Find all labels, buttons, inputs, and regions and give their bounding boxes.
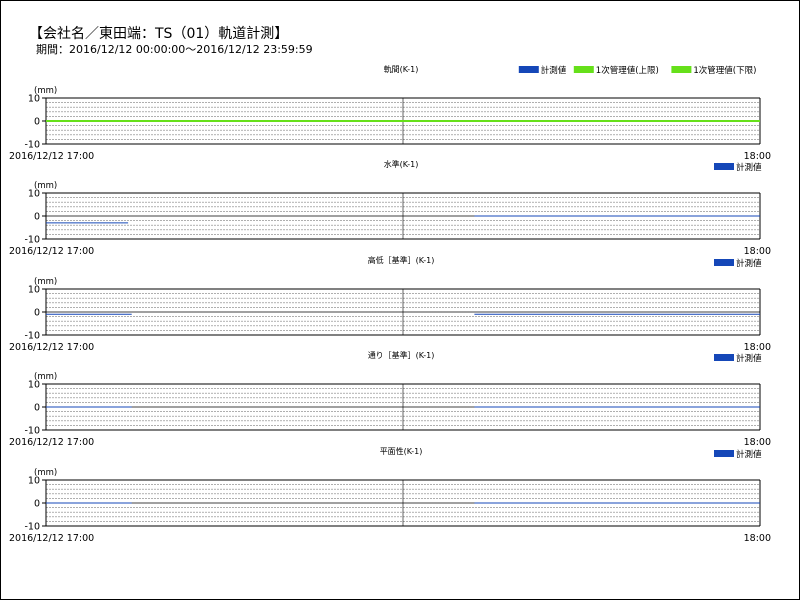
chart-5: 平面性(K-1) 計測値(mm)100-102016/12/12 17:00 18:… bbox=[9, 446, 771, 544]
legend-label: 計測値 bbox=[736, 449, 762, 460]
legend-label: 計測値 bbox=[736, 162, 762, 173]
y-tick-label: 10 bbox=[28, 285, 40, 296]
x-start-label: 2016/12/12 17:00 bbox=[9, 151, 94, 162]
legend-swatch bbox=[714, 354, 734, 361]
legend-swatch bbox=[714, 163, 734, 170]
x-end-label: 18:00 bbox=[744, 533, 771, 544]
y-tick-label: -10 bbox=[24, 331, 40, 342]
legend-swatch bbox=[671, 66, 692, 73]
x-start-label: 2016/12/12 17:00 bbox=[9, 533, 94, 544]
chart-title: 軌間(K-1) bbox=[384, 64, 419, 74]
y-tick-label: 0 bbox=[34, 403, 40, 414]
y-tick-label: 0 bbox=[34, 117, 40, 128]
chart-2: 水準(K-1) 計測値(mm)100-102016/12/12 17:00 18:0… bbox=[9, 159, 771, 257]
x-end-label: 18:00 bbox=[744, 437, 771, 448]
charts-area: 軌間(K-1) 1次管理値(下限)1次管理値(上限)計測値(mm)100-1020… bbox=[9, 64, 771, 544]
x-end-label: 18:00 bbox=[744, 151, 771, 162]
y-tick-label: -10 bbox=[24, 426, 40, 437]
chart-3: 高低［基準］(K-1) 計測値(mm)100-102016/12/12 17:00… bbox=[9, 255, 771, 353]
legend-swatch bbox=[714, 450, 734, 457]
legend-label: 計測値 bbox=[736, 353, 762, 364]
chart-title: 通り［基準］(K-1) bbox=[368, 350, 435, 360]
legend-swatch bbox=[518, 66, 539, 73]
y-tick-label: 10 bbox=[28, 476, 40, 487]
chart-title: 平面性(K-1) bbox=[380, 446, 423, 456]
report-frame: 【会社名／東田端：TS（01）軌道計測】 期間：2016/12/12 00:00… bbox=[0, 0, 800, 600]
legend-swatch bbox=[714, 259, 734, 266]
y-tick-label: -10 bbox=[24, 235, 40, 246]
x-start-label: 2016/12/12 17:00 bbox=[9, 246, 94, 257]
chart-title: 高低［基準］(K-1) bbox=[368, 255, 435, 265]
x-end-label: 18:00 bbox=[744, 246, 771, 257]
chart-1: 軌間(K-1) 1次管理値(下限)1次管理値(上限)計測値(mm)100-1020… bbox=[9, 64, 771, 162]
y-tick-label: -10 bbox=[24, 140, 40, 151]
y-tick-label: 0 bbox=[34, 499, 40, 510]
y-tick-label: 10 bbox=[28, 189, 40, 200]
legend-label: 1次管理値(下限) bbox=[693, 65, 756, 76]
y-tick-label: -10 bbox=[24, 522, 40, 533]
y-tick-label: 0 bbox=[34, 308, 40, 319]
legend-label: 計測値 bbox=[736, 258, 762, 269]
legend-label: 計測値 bbox=[541, 65, 567, 76]
y-tick-label: 0 bbox=[34, 212, 40, 223]
legend-swatch bbox=[573, 66, 594, 73]
legend-label: 1次管理値(上限) bbox=[596, 65, 659, 76]
chart-4: 通り［基準］(K-1) 計測値(mm)100-102016/12/12 17:00… bbox=[9, 350, 771, 448]
x-end-label: 18:00 bbox=[744, 342, 771, 353]
y-tick-label: 10 bbox=[28, 380, 40, 391]
x-start-label: 2016/12/12 17:00 bbox=[9, 437, 94, 448]
y-tick-label: 10 bbox=[28, 94, 40, 105]
chart-title: 水準(K-1) bbox=[384, 159, 419, 169]
x-start-label: 2016/12/12 17:00 bbox=[9, 342, 94, 353]
